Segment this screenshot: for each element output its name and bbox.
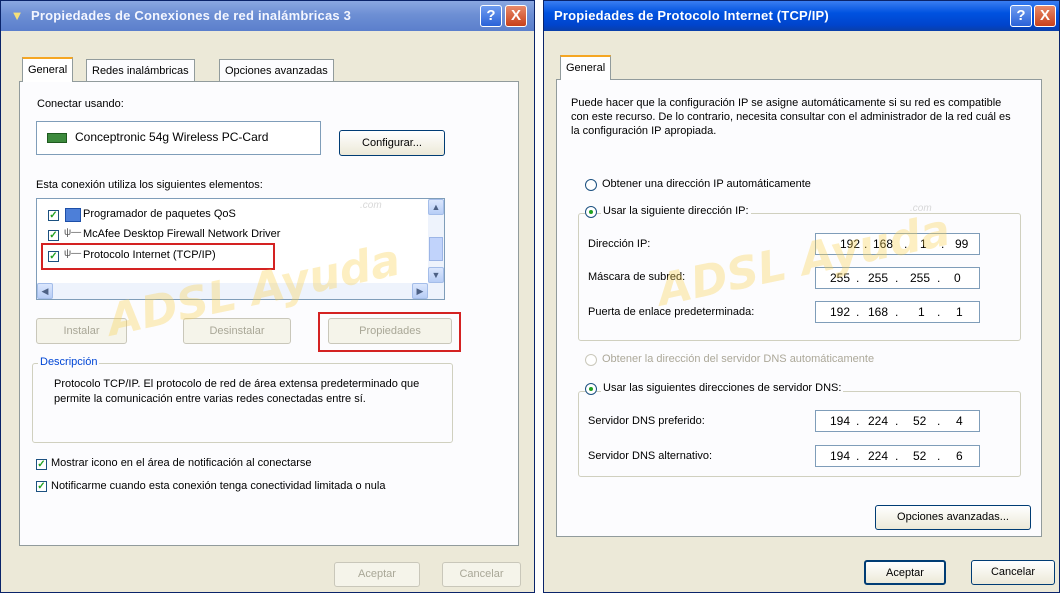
advanced-options-button[interactable]: Opciones avanzadas... bbox=[875, 505, 1031, 530]
component-label: McAfee Desktop Firewall Network Driver bbox=[83, 228, 281, 240]
component-checkbox[interactable]: ✓ bbox=[48, 230, 59, 241]
tab-wireless-networks[interactable]: Redes inalámbricas bbox=[86, 59, 195, 82]
gateway-label: Puerta de enlace predeterminada: bbox=[588, 306, 755, 318]
close-button[interactable]: X bbox=[505, 5, 527, 27]
ip-address-label: Dirección IP: bbox=[588, 238, 651, 250]
ip-address-field[interactable]: 192 . 168 . 1 . 99 bbox=[815, 233, 980, 255]
mask-octet: 0 bbox=[954, 271, 961, 285]
gateway-field[interactable]: 192 . 168 . 1 . 1 bbox=[815, 301, 980, 323]
scroll-left-icon[interactable]: ◀ bbox=[37, 283, 53, 299]
dns-octet: 194 bbox=[830, 449, 851, 463]
close-button[interactable]: X bbox=[1034, 5, 1056, 27]
scroll-right-icon[interactable]: ▶ bbox=[412, 283, 428, 299]
watermark-suffix: .com bbox=[360, 200, 382, 211]
dns-octet: 52 bbox=[913, 449, 927, 463]
description-text: Protocolo TCP/IP. El protocolo de red de… bbox=[54, 378, 420, 405]
scroll-thumb[interactable] bbox=[429, 237, 443, 261]
dns-octet: 224 bbox=[868, 449, 889, 463]
alternate-dns-field[interactable]: 194 . 224 . 52 . 6 bbox=[815, 445, 980, 467]
list-item[interactable]: ✓ ψ— McAfee Desktop Firewall Network Dri… bbox=[37, 225, 427, 245]
network-protocol-icon: ψ— bbox=[64, 227, 82, 238]
help-button[interactable]: ? bbox=[480, 5, 502, 27]
scheduler-icon bbox=[65, 208, 81, 222]
uninstall-button[interactable]: Desinstalar bbox=[183, 318, 291, 344]
auto-dns-radio[interactable] bbox=[585, 354, 597, 366]
horizontal-scrollbar[interactable]: ◀ ▶ bbox=[37, 283, 444, 299]
watermark-suffix: .com bbox=[910, 203, 932, 214]
ip-octet: 192 bbox=[840, 237, 861, 251]
configure-button[interactable]: Configurar... bbox=[339, 130, 445, 156]
manual-dns-radio[interactable] bbox=[585, 383, 597, 395]
dns-octet: 6 bbox=[956, 449, 963, 463]
show-icon-checkbox[interactable]: ✓ bbox=[36, 459, 47, 470]
component-label: Programador de paquetes QoS bbox=[83, 208, 236, 220]
info-text: Puede hacer que la configuración IP se a… bbox=[571, 97, 1011, 137]
notify-checkbox[interactable]: ✓ bbox=[36, 481, 47, 492]
component-checkbox[interactable]: ✓ bbox=[48, 210, 59, 221]
dns-octet: 224 bbox=[868, 414, 889, 428]
ok-button[interactable]: Aceptar bbox=[334, 562, 420, 587]
notify-label: Notificarme cuando esta conexión tenga c… bbox=[51, 480, 386, 492]
gateway-octet: 1 bbox=[956, 305, 963, 319]
manual-dns-label: Usar las siguientes direcciones de servi… bbox=[601, 382, 844, 394]
dns-octet: 194 bbox=[830, 414, 851, 428]
ip-octet: 168 bbox=[873, 237, 894, 251]
dns-octet: 52 bbox=[913, 414, 927, 428]
cancel-button[interactable]: Cancelar bbox=[971, 560, 1055, 585]
preferred-dns-label: Servidor DNS preferido: bbox=[588, 415, 705, 427]
network-connection-icon: ▼ bbox=[10, 8, 24, 23]
ip-octet: 99 bbox=[955, 237, 969, 251]
description-title: Descripción bbox=[38, 356, 100, 368]
tab-general[interactable]: General bbox=[560, 55, 612, 80]
manual-ip-radio[interactable] bbox=[585, 206, 597, 218]
scroll-up-icon[interactable]: ▲ bbox=[428, 199, 444, 215]
subnet-mask-field[interactable]: 255 . 255 . 255 . 0 bbox=[815, 267, 980, 289]
alternate-dns-label: Servidor DNS alternativo: bbox=[588, 450, 713, 462]
properties-highlight-box bbox=[318, 312, 461, 352]
gateway-octet: 168 bbox=[868, 305, 889, 319]
scroll-down-icon[interactable]: ▼ bbox=[428, 267, 444, 283]
title-bar[interactable]: ▼ Propiedades de Conexiones de red inalá… bbox=[1, 1, 534, 31]
subnet-mask-label: Máscara de subred: bbox=[588, 271, 686, 283]
tcpip-highlight-box bbox=[41, 243, 275, 270]
adapter-field: Conceptronic 54g Wireless PC-Card bbox=[36, 121, 321, 155]
adapter-name: Conceptronic 54g Wireless PC-Card bbox=[75, 130, 269, 144]
install-button[interactable]: Instalar bbox=[36, 318, 127, 344]
dns-octet: 4 bbox=[956, 414, 963, 428]
gateway-octet: 1 bbox=[918, 305, 925, 319]
tab-general[interactable]: General bbox=[22, 57, 74, 82]
ok-button[interactable]: Aceptar bbox=[864, 560, 946, 585]
manual-ip-label: Usar la siguiente dirección IP: bbox=[601, 205, 751, 217]
auto-ip-radio[interactable] bbox=[585, 179, 597, 191]
window-title: Propiedades de Protocolo Internet (TCP/I… bbox=[554, 8, 829, 23]
help-button[interactable]: ? bbox=[1010, 5, 1032, 27]
elements-label: Esta conexión utiliza los siguientes ele… bbox=[36, 179, 263, 191]
mask-octet: 255 bbox=[910, 271, 931, 285]
mask-octet: 255 bbox=[868, 271, 889, 285]
network-card-icon bbox=[47, 133, 67, 143]
window-title: Propiedades de Conexiones de red inalámb… bbox=[31, 8, 352, 23]
gateway-octet: 192 bbox=[830, 305, 851, 319]
title-bar[interactable]: Propiedades de Protocolo Internet (TCP/I… bbox=[544, 1, 1059, 31]
auto-dns-label: Obtener la dirección del servidor DNS au… bbox=[602, 353, 875, 365]
tab-advanced-options[interactable]: Opciones avanzadas bbox=[219, 59, 334, 82]
vertical-scrollbar[interactable]: ▲ ▼ bbox=[428, 199, 444, 283]
show-icon-label: Mostrar icono en el área de notificación… bbox=[51, 457, 312, 469]
cancel-button[interactable]: Cancelar bbox=[442, 562, 521, 587]
auto-ip-label: Obtener una dirección IP automáticamente bbox=[602, 178, 811, 190]
mask-octet: 255 bbox=[830, 271, 851, 285]
preferred-dns-field[interactable]: 194 . 224 . 52 . 4 bbox=[815, 410, 980, 432]
connect-using-label: Conectar usando: bbox=[37, 98, 124, 110]
ip-octet: 1 bbox=[920, 237, 927, 251]
